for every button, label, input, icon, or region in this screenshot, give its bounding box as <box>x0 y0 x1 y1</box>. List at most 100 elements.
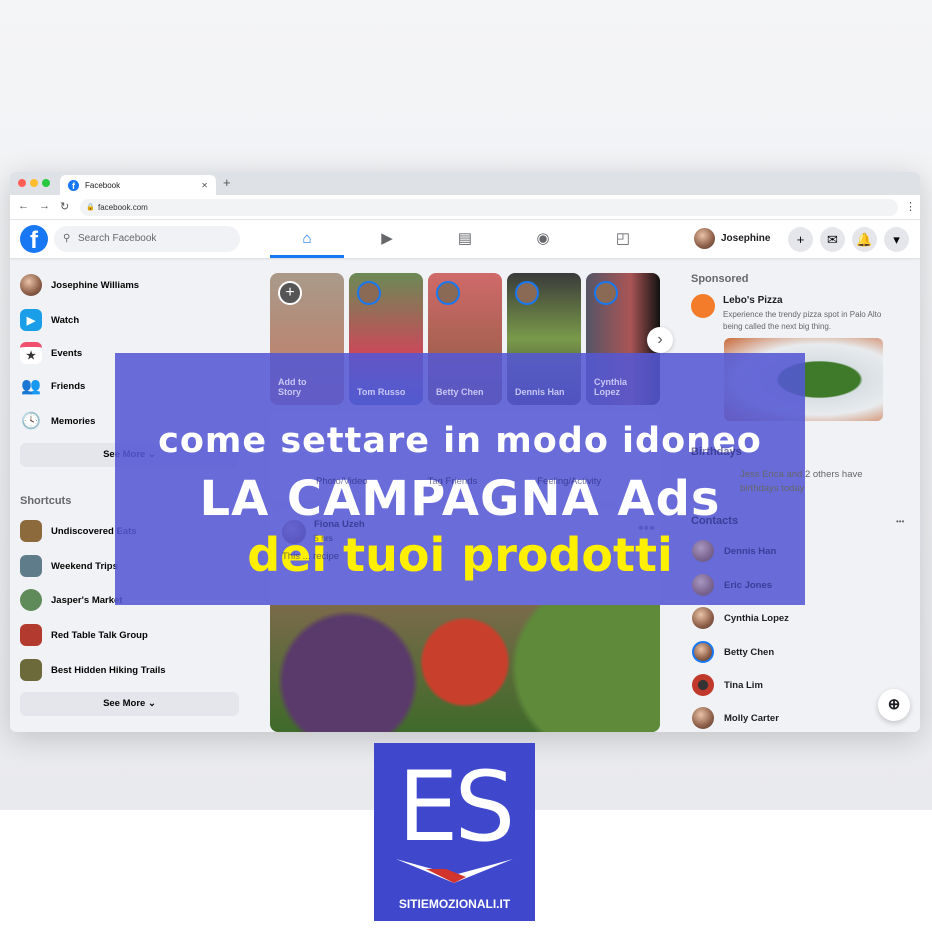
facebook-logo[interactable]: f <box>20 225 48 254</box>
create-icon[interactable]: + <box>788 227 813 252</box>
watch-icon: ▶ <box>20 309 42 331</box>
shortcut-label: Red Table Talk Group <box>51 629 148 641</box>
user-name[interactable]: Josephine <box>721 233 770 244</box>
sidebar-item-events[interactable]: ★ Events <box>20 342 82 364</box>
shortcut-label: Weekend Trips <box>51 560 118 572</box>
sidebar-item-watch[interactable]: ▶ Watch <box>20 309 79 331</box>
address-bar: ← → ↻ 🔒 facebook.com ⋮ <box>10 195 920 220</box>
story-avatar <box>357 281 381 305</box>
avatar <box>692 674 714 696</box>
search-placeholder: Search Facebook <box>78 233 157 244</box>
photo-video-button[interactable]: Photo/Video <box>316 476 368 487</box>
lock-icon: 🔒 <box>86 204 95 211</box>
user-avatar[interactable] <box>694 228 715 249</box>
ad-name[interactable]: Lebo's Pizza <box>723 295 783 306</box>
sidebar-item-memories[interactable]: 🕓 Memories <box>20 410 95 432</box>
contact-item[interactable]: Cynthia Lopez <box>692 607 789 629</box>
gaming-tab-icon[interactable]: ◰ <box>612 228 634 250</box>
sidebar-label: Memories <box>51 415 96 427</box>
logo-chevron-icon <box>396 859 513 883</box>
back-icon[interactable]: ← <box>18 200 29 212</box>
contact-item[interactable]: Molly Carter <box>692 707 779 729</box>
composer-actions: Photo/Video Tag Friends Feeling/Activity <box>316 476 601 487</box>
avatar <box>692 641 714 663</box>
shortcut-thumbnail <box>20 520 42 542</box>
sidebar-label: Watch <box>51 314 80 326</box>
stories-next-arrow-icon[interactable]: › <box>647 327 673 353</box>
add-story-icon: + <box>278 281 302 305</box>
avatar <box>692 574 714 596</box>
see-more-label: See More <box>103 698 146 709</box>
search-input[interactable]: ⚲ Search Facebook <box>54 226 240 252</box>
forward-icon[interactable]: → <box>39 200 50 212</box>
tab-bar: f Facebook ✕ + <box>10 172 920 195</box>
tag-friends-button[interactable]: Tag Friends <box>428 476 478 487</box>
story-name: Dennis Han <box>515 387 565 397</box>
contact-item[interactable]: Dennis Han <box>692 540 776 562</box>
contact-name: Tina Lim <box>724 679 763 691</box>
shortcut-item[interactable]: Red Table Talk Group <box>20 624 148 646</box>
contact-item[interactable]: Betty Chen <box>692 641 774 663</box>
sidebar-label: Josephine Williams <box>51 279 140 291</box>
new-tab-button[interactable]: + <box>223 175 231 190</box>
account-menu-icon[interactable]: ▾ <box>884 227 909 252</box>
contacts-options-icon[interactable]: ••• <box>896 517 904 526</box>
contacts-heading: Contacts <box>691 515 739 527</box>
messenger-icon[interactable]: ✉ <box>820 227 845 252</box>
birthday-text[interactable]: Jess Erica and 2 others have birthdays t… <box>740 468 890 496</box>
menu-kebab-icon[interactable]: ⋮ <box>905 200 916 213</box>
sponsored-heading: Sponsored <box>691 273 749 285</box>
facebook-favicon-icon: f <box>68 179 79 191</box>
groups-tab-icon[interactable]: ◉ <box>532 228 554 250</box>
logo-letters: ES <box>397 751 516 863</box>
memories-clock-icon: 🕓 <box>21 413 41 430</box>
avatar <box>692 607 714 629</box>
contact-name: Dennis Han <box>724 545 777 557</box>
post-time: 5 hrs <box>314 533 333 543</box>
browser-tab[interactable]: f Facebook ✕ <box>60 175 216 195</box>
close-window-button[interactable] <box>18 179 26 187</box>
post-text: This ... recipe <box>282 551 340 562</box>
post-image-vegetables[interactable] <box>270 605 660 732</box>
maximize-window-button[interactable] <box>42 179 50 187</box>
shortcut-item[interactable]: Best Hidden Hiking Trails <box>20 659 166 681</box>
events-calendar-icon: ★ <box>20 342 42 364</box>
ad-logo-icon[interactable] <box>691 294 715 318</box>
contact-name: Molly Carter <box>724 712 779 724</box>
story-avatar <box>436 281 460 305</box>
contact-item[interactable]: Eric Jones <box>692 574 772 596</box>
shortcut-thumbnail <box>20 589 42 611</box>
shortcut-label: Jasper's Market <box>51 594 123 606</box>
avatar <box>692 707 714 729</box>
story-name: Tom Russo <box>357 387 406 397</box>
search-icon: ⚲ <box>63 233 71 244</box>
active-tab-indicator <box>270 255 344 258</box>
marketplace-tab-icon[interactable]: ▤ <box>454 228 476 250</box>
shortcut-thumbnail <box>20 659 42 681</box>
shortcut-item[interactable]: Jasper's Market <box>20 589 122 611</box>
sidebar-item-friends[interactable]: 👥 Friends <box>20 375 85 397</box>
contact-name: Eric Jones <box>724 579 773 591</box>
story-name: Add to Story <box>278 377 307 397</box>
shortcuts-heading: Shortcuts <box>20 495 72 507</box>
shortcuts-see-more-button[interactable]: See More ⌄ <box>20 692 239 716</box>
sidebar-item-profile[interactable]: Josephine Williams <box>20 274 139 296</box>
shortcut-thumbnail <box>20 624 42 646</box>
avatar <box>20 274 42 296</box>
watch-tab-icon[interactable]: ▶ <box>376 228 398 250</box>
sidebar-label: Events <box>51 347 83 359</box>
notifications-bell-icon[interactable]: 🔔 <box>852 227 877 252</box>
contact-item[interactable]: Tina Lim <box>692 674 763 696</box>
minimize-window-button[interactable] <box>30 179 38 187</box>
feeling-activity-button[interactable]: Feeling/Activity <box>537 476 601 487</box>
contact-name: Betty Chen <box>724 646 775 658</box>
shortcut-item[interactable]: Weekend Trips <box>20 555 118 577</box>
close-tab-icon[interactable]: ✕ <box>201 181 208 190</box>
ad-text: Experience the trendy pizza spot in Palo… <box>723 310 882 331</box>
home-tab-icon[interactable]: ⌂ <box>296 228 318 250</box>
story-avatar <box>515 281 539 305</box>
post-author[interactable]: Fiona Uzeh <box>314 519 365 530</box>
reload-icon[interactable]: ↻ <box>60 200 69 213</box>
new-message-icon[interactable]: ⊕ <box>878 689 910 721</box>
url-input[interactable]: 🔒 facebook.com <box>80 199 898 216</box>
